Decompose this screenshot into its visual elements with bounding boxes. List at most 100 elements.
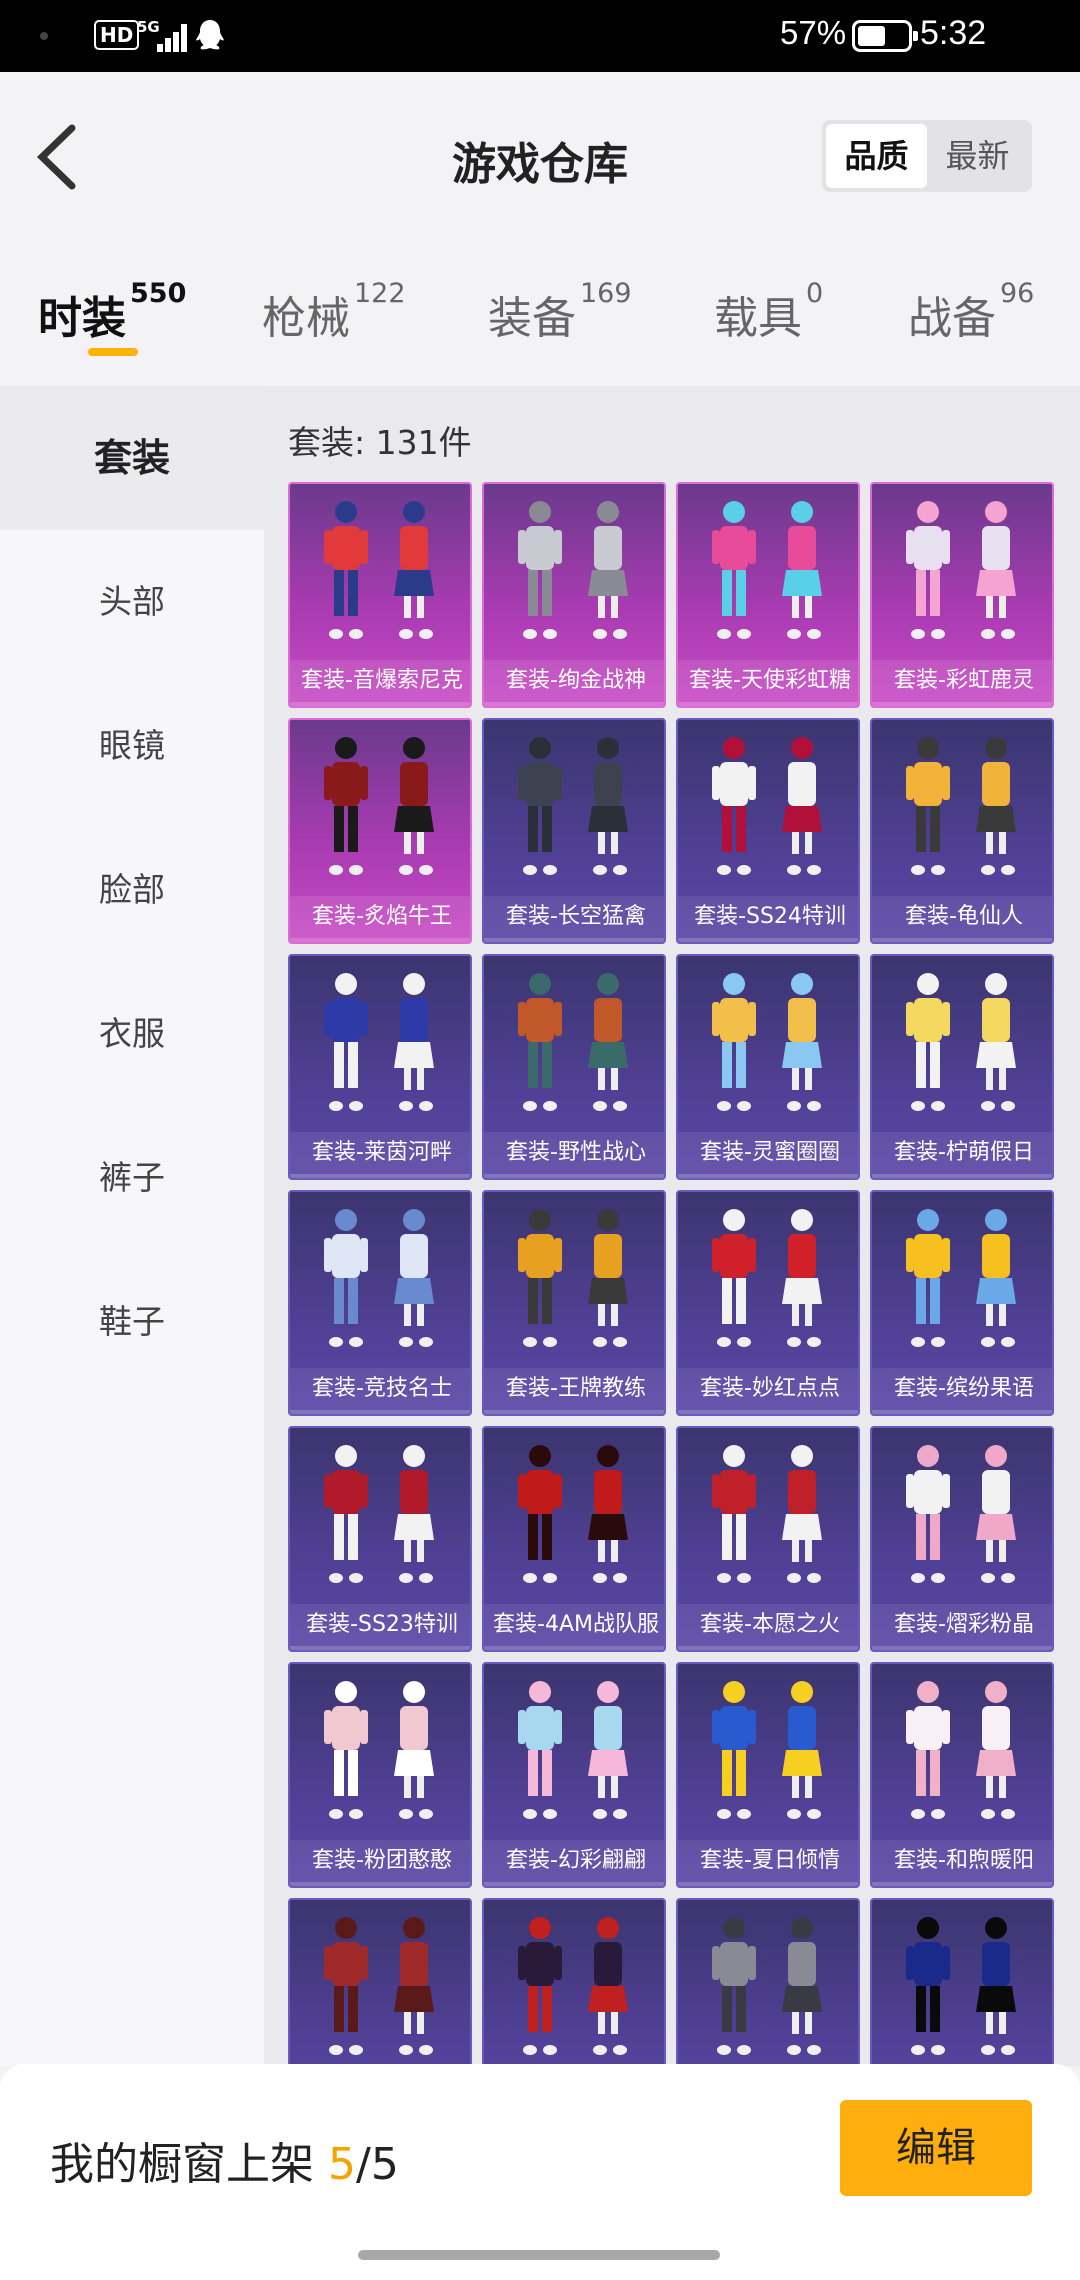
suit-card[interactable]: 套装-SS24特训: [676, 718, 860, 944]
suit-figure-image: [290, 1900, 470, 2066]
suit-card[interactable]: 套装-音爆索尼克: [288, 482, 472, 708]
tab-count: 550: [130, 278, 187, 309]
suit-figure-image: [484, 1664, 664, 1842]
tab-combat-gear[interactable]: 战备 96: [908, 278, 1034, 346]
suit-card[interactable]: 套装-长空猛禽: [482, 718, 666, 944]
sidebar-item-suits[interactable]: 套装: [0, 386, 264, 530]
showcase-status: 我的橱窗上架 5/5: [50, 2128, 399, 2192]
suit-figure-image: [484, 956, 664, 1134]
suit-card[interactable]: [870, 1898, 1054, 2066]
suit-figure-image: [290, 956, 470, 1134]
clock: 5:32: [920, 14, 987, 52]
network-type: 5G: [137, 18, 160, 36]
suit-card[interactable]: 套装-粉团憨憨: [288, 1662, 472, 1888]
suit-card[interactable]: 套装-夏日倾情: [676, 1662, 860, 1888]
suit-figure-image: [872, 1192, 1052, 1370]
suit-card[interactable]: 套装-缤纷果语: [870, 1190, 1054, 1416]
suit-name-label: 套装-绚金战神: [484, 660, 664, 702]
suit-figure-image: [678, 1428, 858, 1606]
sort-quality-option[interactable]: 品质: [826, 124, 927, 188]
app-header: 游戏仓库 品质 最新: [0, 72, 1080, 312]
suit-name-label: 套装-音爆索尼克: [290, 660, 470, 702]
showcase-label: 我的橱窗上架: [50, 2139, 328, 2190]
suit-figure-image: [290, 720, 470, 898]
suit-card[interactable]: 套装-妙红点点: [676, 1190, 860, 1416]
suit-figure-image: [872, 1428, 1052, 1606]
suit-card[interactable]: 套装-本愿之火: [676, 1426, 860, 1652]
tab-fashion[interactable]: 时装 550: [38, 278, 186, 346]
suit-name-label: 套装-本愿之火: [678, 1604, 858, 1646]
tab-guns[interactable]: 枪械 122: [262, 278, 406, 346]
suit-figure-image: [290, 1428, 470, 1606]
suit-figure-image: [290, 1192, 470, 1370]
sort-toggle: 品质 最新: [822, 120, 1032, 192]
suit-name-label: 套装-和煦暖阳: [872, 1840, 1052, 1882]
suit-figure-image: [678, 1900, 858, 2066]
suit-card[interactable]: [482, 1898, 666, 2066]
suit-name-label: 套装-柠萌假日: [872, 1132, 1052, 1174]
suit-name-label: 套装-灵蜜圈圈: [678, 1132, 858, 1174]
suit-card[interactable]: 套装-野性战心: [482, 954, 666, 1180]
suit-figure-image: [872, 1900, 1052, 2066]
bottom-bar: 我的橱窗上架 5/5 编辑: [0, 2064, 1080, 2280]
sidebar-item-clothes[interactable]: 衣服: [0, 962, 264, 1106]
suit-card[interactable]: 套装-炙焰牛王: [288, 718, 472, 944]
suit-name-label: 套装-竞技名士: [290, 1368, 470, 1410]
suit-card[interactable]: 套装-莱茵河畔: [288, 954, 472, 1180]
suit-card[interactable]: 套装-柠萌假日: [870, 954, 1054, 1180]
sidebar: 套装 头部 眼镜 脸部 衣服 裤子 鞋子: [0, 386, 264, 2066]
suit-card[interactable]: 套装-4AM战队服: [482, 1426, 666, 1652]
suit-name-label: 套装-4AM战队服: [484, 1604, 664, 1646]
suit-card[interactable]: [288, 1898, 472, 2066]
suit-figure-image: [484, 720, 664, 898]
status-bar: HD 5G 57% 5:32: [0, 0, 1080, 72]
sidebar-item-pants[interactable]: 裤子: [0, 1106, 264, 1250]
sidebar-item-face[interactable]: 脸部: [0, 818, 264, 962]
suit-card[interactable]: 套装-王牌教练: [482, 1190, 666, 1416]
suit-card[interactable]: 套装-幻彩翩翩: [482, 1662, 666, 1888]
tab-label: 时装: [38, 293, 126, 344]
tab-count: 122: [354, 278, 406, 309]
suit-card[interactable]: 套装-龟仙人: [870, 718, 1054, 944]
suit-card[interactable]: 套装-熠彩粉晶: [870, 1426, 1054, 1652]
suit-card[interactable]: 套装-灵蜜圈圈: [676, 954, 860, 1180]
suit-name-label: 套装-炙焰牛王: [290, 896, 470, 938]
suit-figure-image: [290, 484, 470, 662]
tab-label: 载具: [714, 293, 802, 344]
tab-label: 战备: [908, 293, 996, 344]
tab-equipment[interactable]: 装备 169: [488, 278, 632, 346]
suit-card[interactable]: 套装-和煦暖阳: [870, 1662, 1054, 1888]
suit-card[interactable]: 套装-SS23特训: [288, 1426, 472, 1652]
suit-card[interactable]: [676, 1898, 860, 2066]
suit-name-label: 套装-SS23特训: [290, 1604, 470, 1646]
suit-figure-image: [484, 1192, 664, 1370]
category-tabs: 时装 550 枪械 122 装备 169 载具 0 战备 96: [0, 278, 1080, 392]
suit-name-label: 套装-夏日倾情: [678, 1840, 858, 1882]
suit-figure-image: [484, 1428, 664, 1606]
sidebar-item-glasses[interactable]: 眼镜: [0, 674, 264, 818]
suit-card[interactable]: 套装-竞技名士: [288, 1190, 472, 1416]
suit-name-label: 套装-妙红点点: [678, 1368, 858, 1410]
battery-icon: [852, 20, 918, 52]
home-indicator[interactable]: [358, 2250, 720, 2260]
suit-name-label: 套装-幻彩翩翩: [484, 1840, 664, 1882]
suit-figure-image: [678, 720, 858, 898]
showcase-total-count: /5: [356, 2139, 399, 2190]
sidebar-item-head[interactable]: 头部: [0, 530, 264, 674]
suit-figure-image: [678, 1192, 858, 1370]
suit-figure-image: [484, 1900, 664, 2066]
sort-newest-option[interactable]: 最新: [927, 124, 1028, 188]
suit-card[interactable]: 套装-天使彩虹糖: [676, 482, 860, 708]
suit-name-label: 套装-莱茵河畔: [290, 1132, 470, 1174]
suit-card[interactable]: 套装-绚金战神: [482, 482, 666, 708]
sidebar-item-shoes[interactable]: 鞋子: [0, 1250, 264, 1394]
suit-card[interactable]: 套装-彩虹鹿灵: [870, 482, 1054, 708]
qq-icon: [194, 18, 226, 54]
suit-name-label: 套装-粉团憨憨: [290, 1840, 470, 1882]
tab-count: 96: [1000, 278, 1035, 309]
suit-figure-image: [290, 1664, 470, 1842]
active-tab-indicator: [88, 348, 138, 356]
camera-dot: [40, 32, 48, 40]
tab-vehicles[interactable]: 载具 0: [714, 278, 823, 346]
edit-button[interactable]: 编辑: [840, 2100, 1032, 2196]
